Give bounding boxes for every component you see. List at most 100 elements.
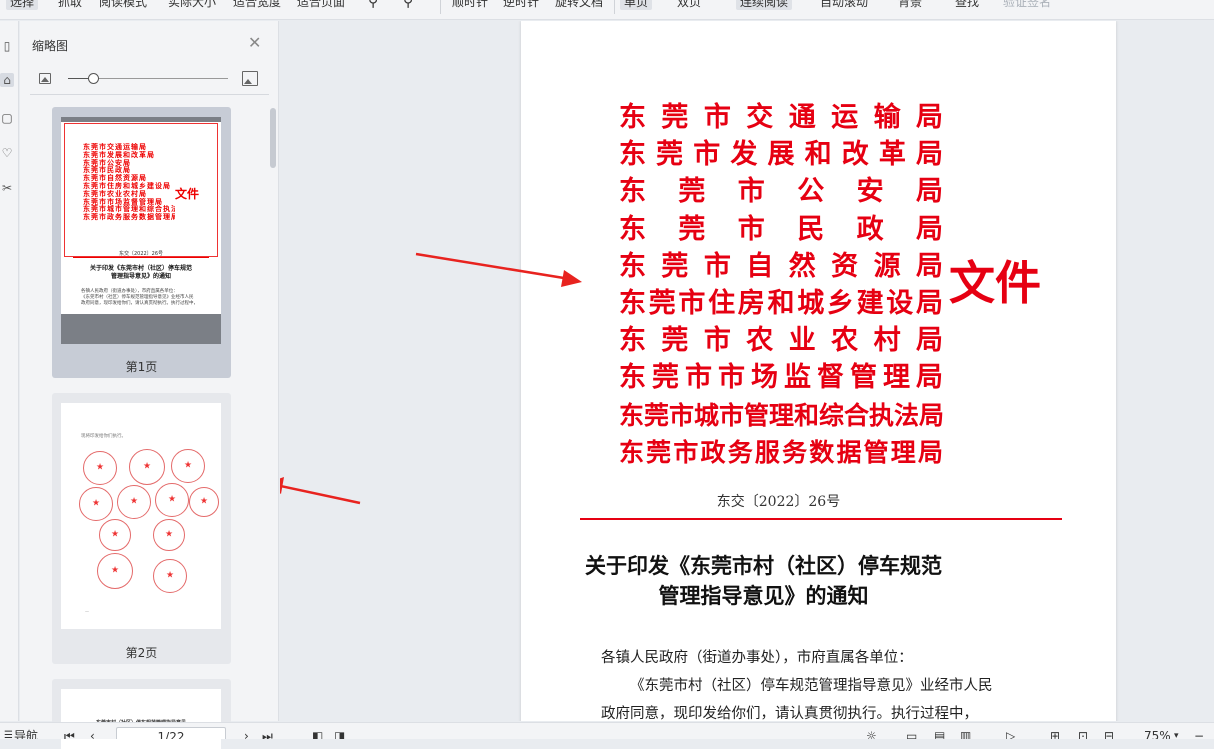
thumbnail-large-icon[interactable] bbox=[242, 71, 258, 86]
continuous-view-icon[interactable]: ▤ bbox=[934, 729, 945, 739]
panel-title: 缩略图 bbox=[32, 39, 69, 53]
single-page-button[interactable]: 单页 bbox=[620, 0, 653, 10]
actual-size-button[interactable]: 实际大小 bbox=[168, 0, 216, 10]
hand-tool-button[interactable]: 抓取 bbox=[58, 0, 82, 10]
toolbar: 选择 抓取 阅读模式 实际大小 适合宽度 适合页面 ⚲ ⚲ 顺时针 逆时针 旋转… bbox=[0, 0, 1214, 20]
document-title: 关于印发《东莞市村（社区）停车规范 管理指导意见》的通知 bbox=[521, 551, 1006, 611]
document-number: 东交〔2022〕26号 bbox=[716, 494, 841, 510]
select-tool-button[interactable]: 选择 bbox=[6, 0, 39, 10]
thumbnail-panel: 缩略图 ✕ 东莞市交通运输局 东莞市发展和改革局 东莞市公安局 东莞市民政局 东… bbox=[20, 21, 279, 749]
double-page-view-icon[interactable]: ▥ bbox=[960, 729, 971, 739]
thumb-org-line: 东莞市城市管理和综合执法局 bbox=[83, 205, 175, 214]
title-line: 关于印发《东莞市村（社区）停车规范 bbox=[585, 553, 942, 578]
slider-fill bbox=[68, 78, 90, 79]
org-line: 东莞市城市管理和综合执法局 bbox=[619, 400, 945, 430]
org-line: 东莞市住房和城乡建设局 bbox=[619, 287, 943, 319]
fit-width-button[interactable]: 适合宽度 bbox=[233, 0, 281, 10]
thumb-org-line: 东莞市交通运输局 bbox=[83, 143, 147, 151]
bookmark-icon[interactable]: ⌂ bbox=[0, 73, 14, 87]
panel-divider bbox=[30, 94, 269, 95]
org-line: 东莞市发展和改革局 bbox=[619, 139, 943, 171]
fit-page-button[interactable]: 适合页面 bbox=[297, 0, 345, 10]
next-page-icon[interactable]: › bbox=[244, 729, 249, 739]
page-icon[interactable]: ▢ bbox=[0, 111, 14, 125]
org-line: 东莞市交通运输局 bbox=[619, 102, 943, 133]
document-page: 东莞市交通运输局 东莞市发展和改革局 东莞市公安局 东莞市民政局 东莞市自然资源… bbox=[521, 21, 1116, 721]
attachment-icon[interactable]: ✂ bbox=[0, 181, 14, 195]
play-icon[interactable]: ▷ bbox=[1006, 729, 1015, 739]
thumbnail-size-slider[interactable] bbox=[68, 73, 228, 84]
last-page-icon[interactable]: ⏭ bbox=[262, 729, 273, 739]
thumb-shade bbox=[61, 117, 221, 122]
seal-icon: ★ bbox=[129, 449, 165, 485]
rotate-counterclockwise-button[interactable]: 逆时针 bbox=[503, 0, 539, 10]
seal-icon: ★ bbox=[79, 487, 113, 521]
fit-page-icon[interactable]: ⊞ bbox=[1050, 729, 1060, 739]
thumbnail-small-icon[interactable] bbox=[39, 73, 51, 84]
org-line: 东莞市民政局 bbox=[619, 213, 943, 245]
prev-page-icon[interactable]: ‹ bbox=[90, 729, 95, 739]
actual-size-icon[interactable]: ⊟ bbox=[1104, 729, 1114, 739]
verify-signature-button[interactable]: 验证签名 bbox=[1003, 0, 1051, 10]
seal-icon: ★ bbox=[155, 483, 189, 517]
thumbnail-panel-icon[interactable]: ▯ bbox=[0, 39, 14, 53]
body-line: 各镇人民政府（街道办事处），市府直属各单位： bbox=[601, 650, 913, 666]
seal-icon: ★ bbox=[153, 559, 187, 593]
auto-scroll-button[interactable]: 自动滚动 bbox=[820, 0, 868, 10]
background-button[interactable]: 背景 bbox=[898, 0, 922, 10]
thumbnail-page-1[interactable]: 东莞市交通运输局 东莞市发展和改革局 东莞市公安局 东莞市民政局 东莞市自然资源… bbox=[52, 107, 231, 378]
single-page-view-icon[interactable]: ▭ bbox=[906, 729, 917, 739]
thumbnail-scrollbar[interactable] bbox=[270, 108, 276, 168]
thumbnail-image: 东莞市交通运输局 东莞市发展和改革局 东莞市公安局 东莞市民政局 东莞市自然资源… bbox=[61, 117, 221, 344]
red-separator bbox=[580, 518, 1062, 520]
document-viewport[interactable]: 东莞市交通运输局 东莞市发展和改革局 东莞市公安局 东莞市民政局 东莞市自然资源… bbox=[280, 21, 1214, 721]
rotate-document-button[interactable]: 旋转文档 bbox=[555, 0, 603, 10]
go-forward-icon[interactable]: ◨ bbox=[334, 729, 345, 739]
seal-icon: ★ bbox=[83, 451, 117, 485]
thumb-footer: — bbox=[85, 609, 89, 614]
chevron-down-icon[interactable]: ▾ bbox=[1174, 729, 1179, 739]
thumb-org-line: 东莞市住房和城乡建设局 bbox=[83, 181, 171, 190]
page-number-input[interactable]: 1/22 bbox=[116, 727, 226, 739]
org-line: 东莞市政务服务数据管理局 bbox=[619, 437, 943, 467]
go-back-icon[interactable]: ◧ bbox=[312, 729, 323, 739]
first-page-icon[interactable]: ⏮ bbox=[64, 729, 75, 739]
comment-icon[interactable]: ♡ bbox=[0, 146, 14, 160]
seal-icon: ★ bbox=[171, 449, 205, 483]
slider-knob[interactable] bbox=[88, 73, 99, 84]
thumb-org-line: 东莞市农业农村局 bbox=[83, 189, 147, 198]
seal-icon: ★ bbox=[153, 519, 185, 551]
thumb-red-rule bbox=[73, 257, 209, 258]
fit-width-icon[interactable]: ⊡ bbox=[1078, 729, 1088, 739]
zoom-out-icon[interactable]: ⚲ bbox=[403, 0, 413, 10]
zoom-in-icon[interactable]: ⚲ bbox=[368, 0, 378, 10]
annotation-arrow-right bbox=[415, 252, 582, 287]
zoom-level[interactable]: 75% bbox=[1144, 729, 1171, 739]
org-line: 东莞市公安局 bbox=[619, 176, 943, 208]
thumb-shade bbox=[61, 314, 221, 344]
org-line: 东莞市自然资源局 bbox=[619, 250, 943, 282]
continuous-read-button[interactable]: 连续阅读 bbox=[736, 0, 793, 10]
thumb-org-line: 东莞市民政局 bbox=[83, 166, 131, 175]
thumbnail-image: 现将印发给你们执行。 ★ ★ ★ ★ ★ ★ ★ ★ ★ ★ ★ — bbox=[61, 403, 221, 629]
close-icon[interactable]: ✕ bbox=[248, 35, 261, 51]
annotation-arrow-left bbox=[280, 477, 361, 505]
eye-care-icon[interactable]: ☼ bbox=[866, 729, 877, 739]
thumbnail-page-2[interactable]: 现将印发给你们执行。 ★ ★ ★ ★ ★ ★ ★ ★ ★ ★ ★ — 第2页 bbox=[52, 393, 231, 664]
navigation-label[interactable]: 导航 bbox=[14, 729, 38, 739]
thumbnail-label: 第1页 bbox=[125, 360, 158, 374]
status-bar: ☰ 导航 ⏮ ‹ 1/22 › ⏭ ◧ ◨ ☼ ▭ ▤ ▥ ▷ ⊞ ⊡ ⊟ 75… bbox=[0, 722, 1214, 739]
find-button[interactable]: 查找 bbox=[955, 0, 979, 10]
seal-icon: ★ bbox=[117, 485, 151, 519]
rotate-clockwise-button[interactable]: 顺时针 bbox=[452, 0, 488, 10]
navigation-icon[interactable]: ☰ bbox=[4, 729, 13, 739]
zoom-out-icon[interactable]: − bbox=[1194, 729, 1204, 739]
seal-icon: ★ bbox=[97, 553, 133, 589]
read-mode-button[interactable]: 阅读模式 bbox=[99, 0, 147, 10]
title-line: 管理指导意见》的通知 bbox=[658, 583, 869, 608]
double-page-button[interactable]: 双页 bbox=[677, 0, 701, 10]
toolbar-divider bbox=[440, 0, 441, 14]
thumb-org-line: 东莞市市场监督管理局 bbox=[83, 197, 163, 206]
thumb-text-line: 现将印发给你们执行。 bbox=[81, 434, 126, 439]
thumb-org-line: 东莞市发展和改革局 bbox=[83, 150, 155, 159]
